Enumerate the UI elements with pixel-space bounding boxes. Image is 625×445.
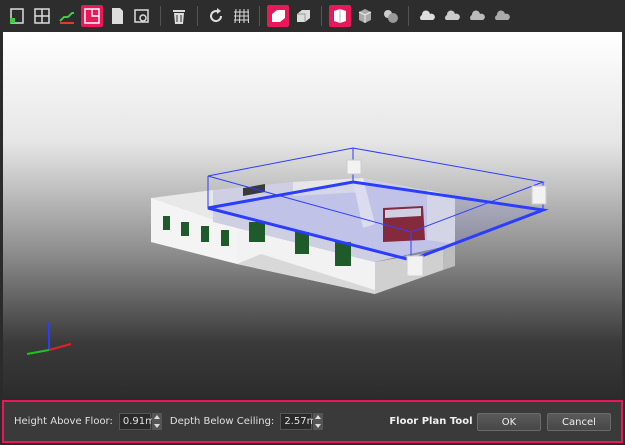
trash-icon: [173, 10, 185, 24]
solid-view-icon: [272, 10, 285, 22]
toolbar-separator: [259, 6, 260, 26]
grid-icon: [234, 8, 249, 24]
floor-plan-tool-icon: [84, 8, 100, 24]
spin-down-icon[interactable]: [153, 423, 160, 428]
cloud-4-button[interactable]: [491, 5, 513, 27]
cloud-3-icon: [470, 10, 485, 20]
floor-plan-tool-panel: Height Above Floor: 0.91m Depth Below Ce…: [2, 400, 623, 443]
height-above-floor-label: Height Above Floor:: [14, 416, 113, 427]
window-tool-button[interactable]: [31, 5, 53, 27]
toolbar-separator: [160, 6, 161, 26]
window: [181, 222, 189, 236]
cloud-3-button[interactable]: [466, 5, 488, 27]
door-tool-icon: [10, 8, 24, 24]
window: [249, 222, 265, 242]
window-tool-icon: [34, 8, 50, 24]
spin-up-icon[interactable]: [153, 415, 160, 420]
stairs-tool-icon: [59, 12, 74, 24]
cancel-button[interactable]: Cancel: [547, 413, 611, 431]
house-model: [26, 147, 549, 355]
spin-down-icon[interactable]: [315, 423, 322, 428]
toolbar-separator: [321, 6, 322, 26]
depth-spin-arrows[interactable]: [313, 413, 324, 430]
window: [335, 242, 351, 266]
cloud-1-icon: [420, 10, 435, 20]
tool-title: Floor Plan Tool: [389, 416, 473, 427]
height-above-floor-spinbox[interactable]: 0.91m: [118, 413, 162, 430]
corner-handle: [531, 185, 547, 205]
cloud-2-button[interactable]: [441, 5, 463, 27]
material-view-3-icon: [384, 10, 398, 23]
corner-handle: [346, 159, 362, 175]
page-button[interactable]: [106, 5, 128, 27]
axis-gizmo: [26, 322, 72, 355]
delete-button[interactable]: [168, 5, 190, 27]
material-view-2-icon: [358, 9, 372, 23]
depth-below-ceiling-spinbox[interactable]: 2.57m: [280, 413, 324, 430]
grid-button[interactable]: [230, 5, 252, 27]
depth-below-ceiling-value[interactable]: 2.57m: [280, 413, 316, 430]
toolbar-separator: [408, 6, 409, 26]
corner-handle: [406, 255, 424, 277]
page-icon: [112, 8, 123, 24]
cloud-2-icon: [445, 10, 460, 20]
height-above-floor-value[interactable]: 0.91m: [118, 413, 155, 430]
measure-tool-button[interactable]: [131, 5, 153, 27]
cloud-1-button[interactable]: [416, 5, 438, 27]
toolbar: [0, 0, 625, 32]
window: [163, 216, 170, 230]
cloud-4-icon: [495, 10, 510, 20]
rotate-icon: [210, 8, 223, 23]
material-view-3-button[interactable]: [379, 5, 401, 27]
floor-plan-tool-button[interactable]: [81, 5, 103, 27]
material-view-1-button[interactable]: [329, 5, 351, 27]
height-spin-arrows[interactable]: [151, 413, 162, 430]
window: [295, 232, 309, 254]
spin-up-icon[interactable]: [315, 415, 322, 420]
window: [221, 230, 229, 246]
material-view-1-icon: [334, 9, 346, 23]
box-view-button[interactable]: [292, 5, 314, 27]
window: [201, 226, 209, 242]
3d-viewport[interactable]: [3, 32, 622, 398]
measure-tool-icon: [134, 9, 149, 23]
ok-button[interactable]: OK: [477, 413, 541, 431]
box-view-icon: [297, 10, 310, 22]
solid-view-button[interactable]: [267, 5, 289, 27]
material-view-2-button[interactable]: [354, 5, 376, 27]
door-tool-button[interactable]: [6, 5, 28, 27]
toolbar-separator: [197, 6, 198, 26]
depth-below-ceiling-label: Depth Below Ceiling:: [169, 416, 275, 427]
rotate-button[interactable]: [205, 5, 227, 27]
stairs-tool-button[interactable]: [56, 5, 78, 27]
